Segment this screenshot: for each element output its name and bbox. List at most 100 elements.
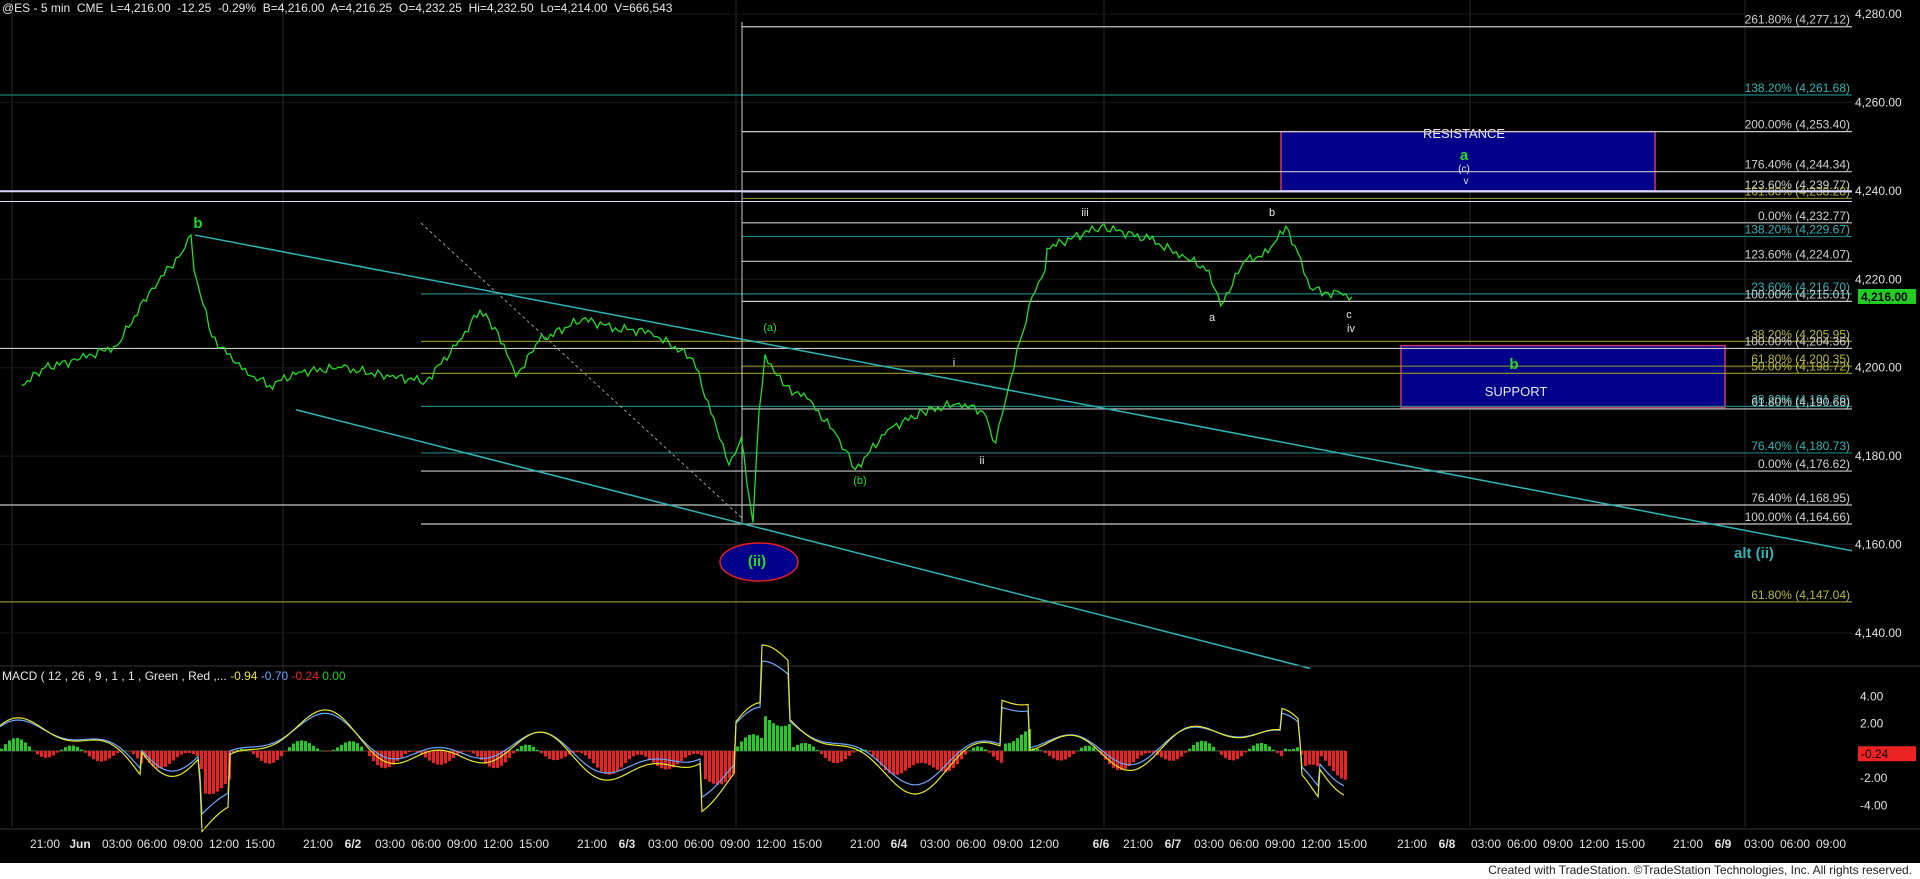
- macd-hist-bar: [176, 750, 179, 758]
- fib-label: 100.00% (4,215.01): [1745, 287, 1850, 301]
- macd-hist-bar: [728, 750, 731, 779]
- macd-hist-bar: [712, 750, 715, 784]
- macd-hist-bar: [116, 750, 119, 754]
- macd-hist-bar: [196, 750, 199, 757]
- symbol: @ES - 5 min: [2, 1, 71, 15]
- macd-hist-bar: [944, 750, 947, 772]
- macd-hist-bar: [688, 750, 691, 756]
- fib-label: 76.40% (4,168.95): [1751, 491, 1850, 505]
- macd-hist-bar: [1020, 734, 1023, 751]
- macd-hist-bar: [1036, 748, 1039, 751]
- macd-hist-bar: [324, 750, 327, 752]
- macd-hist-bar: [1340, 750, 1343, 779]
- fib-label: 100.00% (4,164.66): [1745, 510, 1850, 524]
- macd-hist-bar: [160, 750, 163, 769]
- macd-hist-bar: [352, 741, 355, 751]
- x-tick-label: 09:00: [720, 837, 750, 851]
- macd-hist-bar: [1320, 750, 1323, 757]
- macd-hist-bar: [588, 750, 591, 759]
- macd-hist-bar: [1196, 742, 1199, 751]
- macd-hist-bar: [980, 747, 983, 751]
- x-tick-label: 12:00: [1029, 837, 1059, 851]
- macd-hist-bar: [444, 750, 447, 764]
- macd-hist-bar: [1004, 743, 1007, 751]
- macd-hist-bar: [136, 750, 139, 759]
- macd-hist-bar: [984, 749, 987, 751]
- macd-hist-bar: [900, 750, 903, 774]
- macd-hist-bar: [308, 743, 311, 751]
- macd-value: -0.94: [230, 669, 258, 683]
- macd-hist-bar: [1072, 750, 1075, 754]
- x-tick-label: 15:00: [1337, 837, 1367, 851]
- macd-hist-bar: [584, 750, 587, 756]
- macd-hist-bar: [1344, 750, 1347, 780]
- macd-hist-bar: [836, 750, 839, 764]
- macd-zero: 0.00: [322, 669, 346, 683]
- macd-hist-bar: [988, 750, 991, 753]
- last-price: L=4,216.00: [110, 1, 171, 15]
- bid: B=4,216.00: [262, 1, 325, 15]
- wave-label-b-green: b: [1509, 356, 1518, 373]
- y-tick-label: 4,140.00: [1855, 626, 1902, 640]
- macd-tick-label: 2.00: [1860, 717, 1884, 731]
- macd-hist-bar: [756, 735, 759, 751]
- macd-hist-bar: [868, 750, 871, 753]
- x-tick-label: 09:00: [1543, 837, 1573, 851]
- macd-hist-bar: [740, 741, 743, 751]
- macd-hist-bar: [544, 750, 547, 757]
- macd-hist-bar: [300, 740, 303, 751]
- macd-hist-bar: [1280, 750, 1283, 757]
- macd-hist-bar: [216, 750, 219, 792]
- x-tick-label: 21:00: [850, 837, 880, 851]
- macd-hist-bar: [1172, 750, 1175, 761]
- x-tick-label: 6/7: [1165, 837, 1182, 851]
- macd-hist-bar: [84, 750, 87, 753]
- macd-hist-bar: [1064, 750, 1067, 760]
- macd-hist-bar: [1288, 749, 1291, 751]
- exchange: CME: [76, 1, 104, 15]
- macd-hist-bar: [80, 749, 83, 751]
- macd-hist-bar: [1168, 750, 1171, 761]
- x-tick-label: 06:00: [684, 837, 714, 851]
- x-tick-label: 03:00: [920, 837, 950, 851]
- macd-hist-bar: [1136, 750, 1139, 759]
- macd-avg: -0.70: [260, 669, 289, 683]
- macd-hist-bar: [436, 750, 439, 765]
- x-tick-label: 03:00: [1744, 837, 1774, 851]
- macd-hist-bar: [576, 750, 579, 753]
- macd-hist-bar: [592, 750, 595, 764]
- x-tick-label: 15:00: [245, 837, 275, 851]
- macd-hist-bar: [1208, 743, 1211, 751]
- macd-hist-bar: [368, 750, 371, 757]
- macd-hist-bar: [972, 747, 975, 751]
- macd-hist-bar: [1328, 750, 1331, 766]
- macd-hist-bar: [736, 746, 739, 751]
- wave-label-iii: iii: [1081, 207, 1088, 219]
- macd-hist-bar: [760, 737, 763, 751]
- macd-hist-bar: [964, 750, 967, 755]
- macd-hist-bar: [348, 741, 351, 751]
- x-tick-label: 6/3: [619, 837, 636, 851]
- macd-hist-bar: [704, 750, 707, 780]
- change-pct: -0.29%: [218, 1, 257, 15]
- macd-hist-bar: [512, 750, 515, 754]
- wave-label-iv: iv: [1347, 323, 1355, 335]
- macd-hist-bar: [472, 750, 475, 754]
- x-tick-label: Jun: [69, 837, 90, 851]
- fib-label: 0.00% (4,232.77): [1758, 209, 1850, 223]
- macd-hist-bar: [96, 750, 99, 762]
- macd-hist-bar: [1084, 745, 1087, 751]
- x-tick-label: 06:00: [1507, 837, 1537, 851]
- macd-hist-bar: [164, 750, 167, 767]
- macd-hist-bar: [1184, 750, 1187, 753]
- macd-hist-bar: [0, 748, 3, 751]
- macd-hist-bar: [516, 749, 519, 751]
- macd-hist-bar: [1332, 750, 1335, 772]
- macd-value-text: -0.24: [1861, 747, 1889, 761]
- macd-hist-bar: [72, 745, 75, 751]
- macd-hist-bar: [508, 750, 511, 758]
- fib-label: 76.40% (4,180.73): [1751, 439, 1850, 453]
- macd-hist-bar: [1044, 750, 1047, 753]
- macd-hist-bar: [1056, 750, 1059, 761]
- macd-hist-bar: [280, 750, 283, 757]
